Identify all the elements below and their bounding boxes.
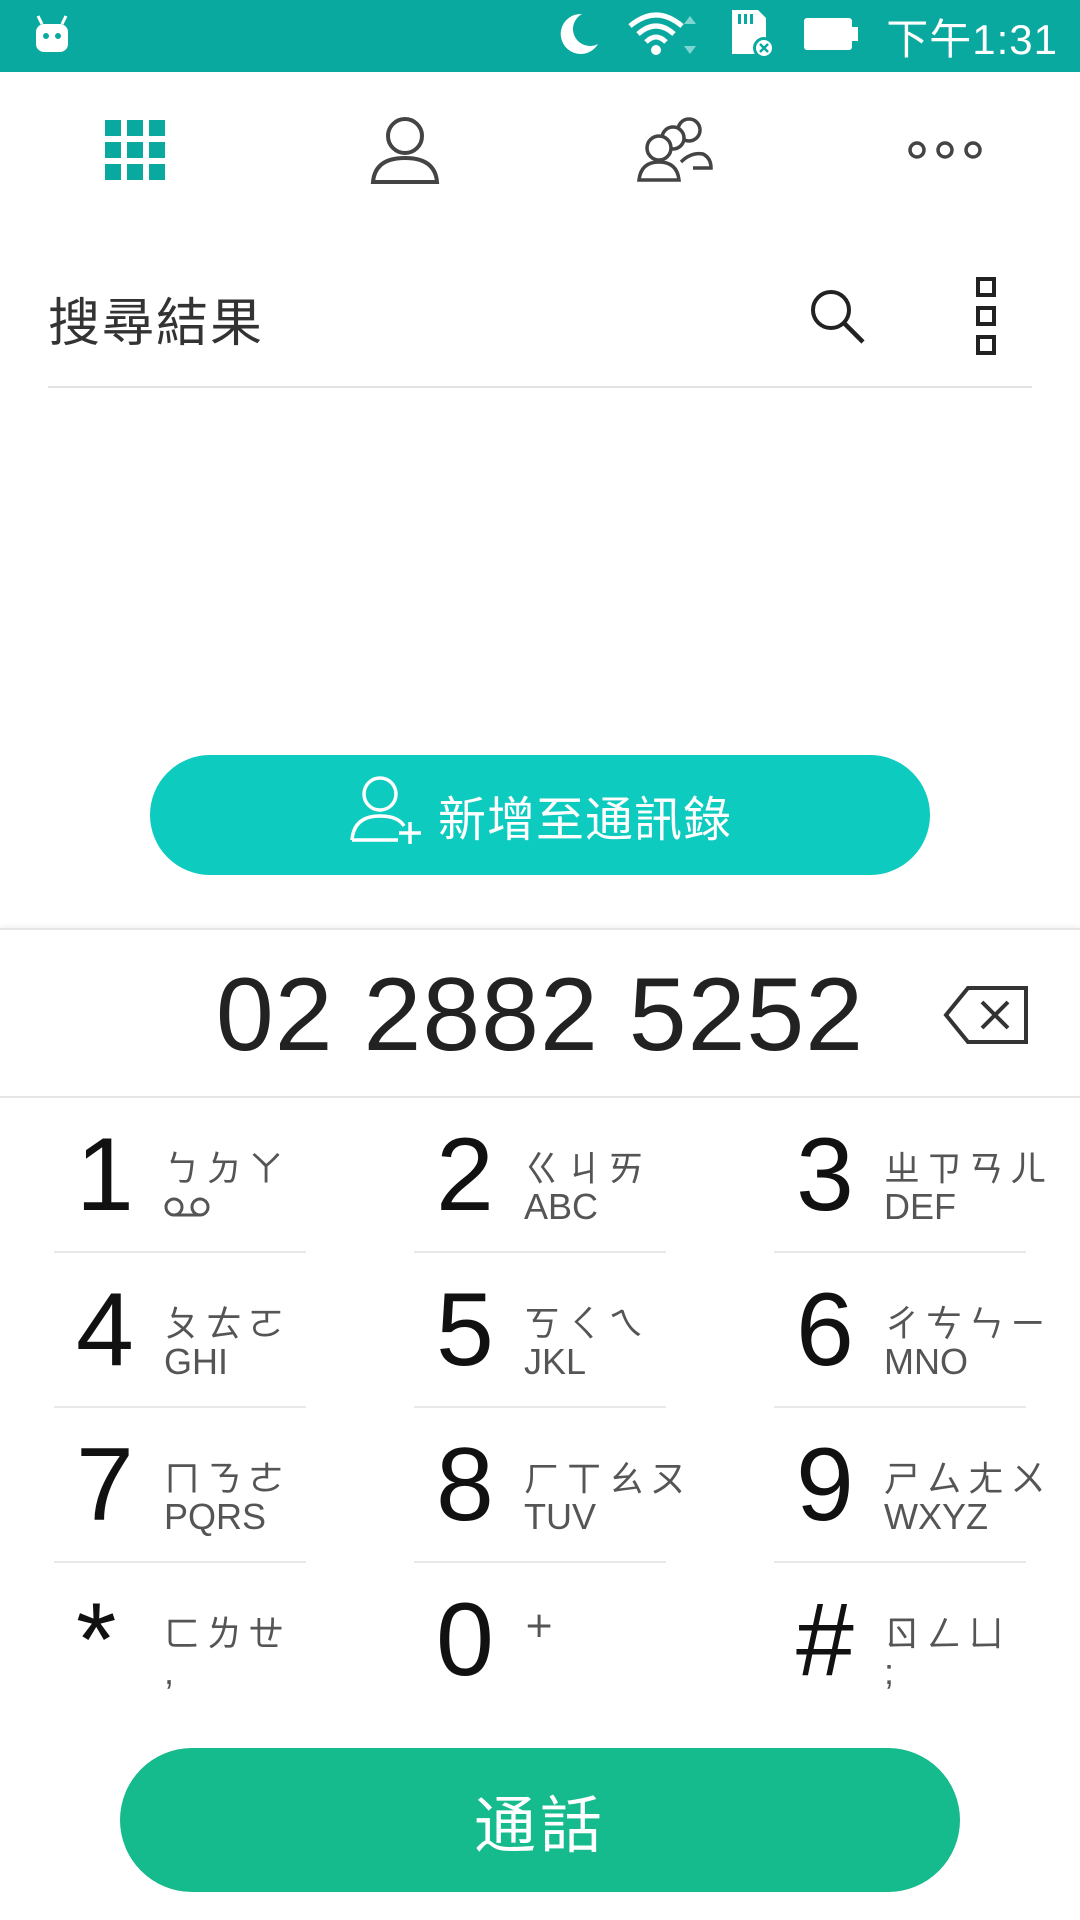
key-digit: 4 xyxy=(76,1272,134,1388)
key-letters: PQRS xyxy=(164,1496,267,1537)
key-hash[interactable]: # ㄖㄥㄩ ; xyxy=(774,1563,1026,1718)
key-digit: # xyxy=(796,1582,854,1698)
backspace-icon xyxy=(942,986,1032,1052)
key-digit: 3 xyxy=(796,1117,854,1233)
key-6[interactable]: 6 ㄔㄘㄣㄧ MNO xyxy=(774,1253,1046,1408)
status-bar: 下午1:31 xyxy=(0,0,1080,72)
key-zhuyin: ㄏㄒㄠㄡ xyxy=(524,1459,693,1500)
key-letters: WXYZ xyxy=(884,1496,988,1537)
tab-more[interactable] xyxy=(810,72,1080,232)
android-icon xyxy=(34,14,70,58)
add-to-contacts-label: 新增至通訊錄 xyxy=(437,792,732,848)
key-zhuyin: ㄈㄌㄝ xyxy=(164,1614,291,1655)
key-digit: 0 xyxy=(436,1582,494,1698)
key-1[interactable]: 1 ㄅㄉㄚ xyxy=(54,1098,306,1253)
key-digit: 8 xyxy=(436,1427,494,1543)
key-letters: MNO xyxy=(884,1341,968,1382)
key-zhuyin: ㄍㄐㄞ xyxy=(524,1149,651,1190)
tab-dialpad[interactable] xyxy=(0,72,270,232)
top-tab-bar xyxy=(0,72,1080,232)
key-plus: + xyxy=(524,1605,561,1646)
key-zhuyin: ㄆㄊㄛ xyxy=(164,1304,291,1345)
call-button[interactable]: 通話 xyxy=(120,1748,960,1892)
moon-icon xyxy=(554,10,600,62)
dialpad-grid-icon xyxy=(103,118,167,186)
call-button-label: 通話 xyxy=(473,1789,606,1862)
key-9[interactable]: 9 ㄕㄙㄤㄨ WXYZ xyxy=(774,1408,1046,1563)
add-person-icon xyxy=(348,774,438,856)
key-zhuyin: ㄕㄙㄤㄨ xyxy=(884,1459,1053,1500)
key-digit: 5 xyxy=(436,1272,494,1388)
person-icon xyxy=(369,114,441,190)
add-to-contacts-button[interactable]: 新增至通訊錄 xyxy=(150,755,930,875)
more-dots-icon xyxy=(907,138,983,166)
tab-groups[interactable] xyxy=(540,72,810,232)
battery-icon xyxy=(802,14,860,58)
wifi-icon xyxy=(626,10,702,62)
key-0[interactable]: 0 + xyxy=(414,1563,666,1718)
dialpad: 1 ㄅㄉㄚ 2 ㄍㄐㄞ ABC 3 ㄓㄗㄢㄦ DEF 4 ㄆㄊㄛ GHI 5 ㄎ… xyxy=(0,1098,1080,1730)
key-zhuyin: ㄔㄘㄣㄧ xyxy=(884,1304,1053,1345)
key-zhuyin: ㄅㄉㄚ xyxy=(164,1149,291,1190)
key-digit: 9 xyxy=(796,1427,854,1543)
key-digit: 6 xyxy=(796,1272,854,1388)
key-8[interactable]: 8 ㄏㄒㄠㄡ TUV xyxy=(414,1408,686,1563)
key-letters: DEF xyxy=(884,1186,956,1227)
key-letters: JKL xyxy=(524,1341,587,1382)
overflow-menu-icon xyxy=(975,276,999,360)
group-icon xyxy=(637,114,713,190)
key-letters: TUV xyxy=(524,1496,596,1537)
search-icon xyxy=(807,286,867,350)
key-letters: , xyxy=(164,1651,175,1692)
key-7[interactable]: 7 ㄇㄋㄜ PQRS xyxy=(54,1408,306,1563)
key-digit: 2 xyxy=(436,1117,494,1233)
key-zhuyin: ㄖㄥㄩ xyxy=(884,1614,1011,1655)
key-zhuyin: ㄎㄑㄟ xyxy=(524,1304,651,1345)
key-digit: * xyxy=(76,1582,117,1698)
key-5[interactable]: 5 ㄎㄑㄟ JKL xyxy=(414,1253,666,1408)
key-2[interactable]: 2 ㄍㄐㄞ ABC xyxy=(414,1098,666,1253)
overflow-menu-button[interactable] xyxy=(942,273,1032,363)
backspace-button[interactable] xyxy=(942,982,1032,1048)
results-title: 搜尋結果 xyxy=(48,293,265,354)
results-header: 搜尋結果 xyxy=(48,250,1032,388)
key-zhuyin: ㄇㄋㄜ xyxy=(164,1459,291,1500)
key-letters: GHI xyxy=(164,1341,229,1382)
key-4[interactable]: 4 ㄆㄊㄛ GHI xyxy=(54,1253,306,1408)
voicemail-icon xyxy=(164,1186,210,1228)
search-button[interactable] xyxy=(792,273,882,363)
key-digit: 7 xyxy=(76,1427,134,1543)
key-star[interactable]: * ㄈㄌㄝ , xyxy=(54,1563,306,1718)
key-digit: 1 xyxy=(76,1117,134,1233)
number-display-area: 02 2882 5252 xyxy=(0,928,1080,1098)
key-letters: ABC xyxy=(524,1186,599,1227)
key-3[interactable]: 3 ㄓㄗㄢㄦ DEF xyxy=(774,1098,1046,1253)
key-zhuyin: ㄓㄗㄢㄦ xyxy=(884,1149,1053,1190)
tab-contacts[interactable] xyxy=(270,72,540,232)
key-letters: ; xyxy=(884,1651,895,1692)
dialed-number[interactable]: 02 2882 5252 xyxy=(0,930,1080,1100)
status-time: 下午1:31 xyxy=(886,15,1058,63)
sd-card-icon xyxy=(728,8,776,64)
